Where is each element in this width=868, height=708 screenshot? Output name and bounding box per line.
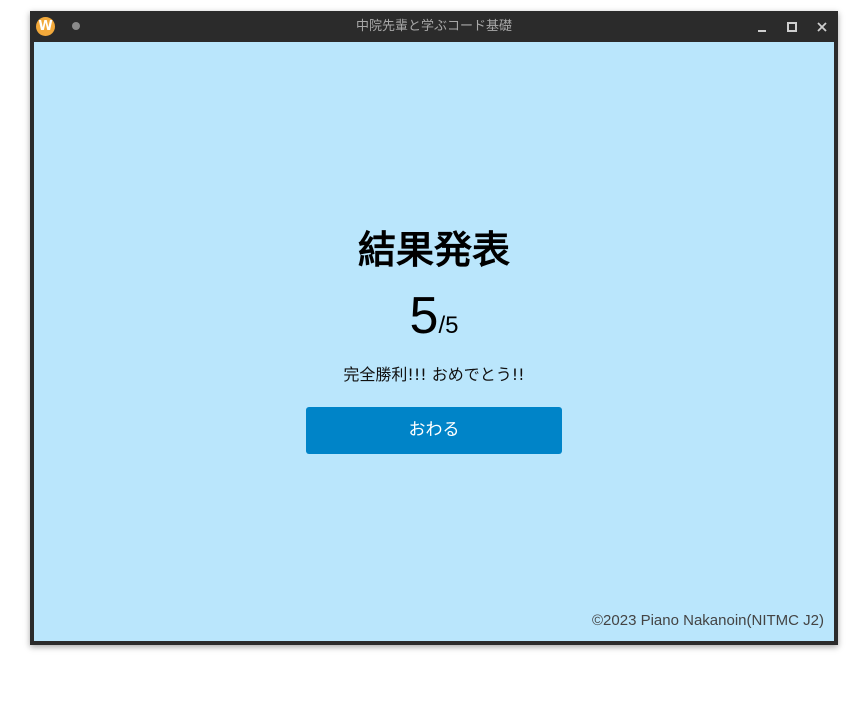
score-display: 5/5 <box>34 286 834 359</box>
result-screen: 結果発表 5/5 完全勝利!!! おめでとう!! おわる ©2023 Piano… <box>34 42 834 641</box>
result-heading: 結果発表 <box>357 228 510 272</box>
app-window: W 中院先輩と学ぶコード基礎 結果発表 5/5 完全勝利!!! おめでとう!! … <box>30 11 838 645</box>
minimize-icon <box>758 30 766 32</box>
close-button[interactable] <box>812 17 832 37</box>
result-message: 完全勝利!!! おめでとう!! <box>343 365 525 384</box>
copyright-text: ©2023 Piano Nakanoin(NITMC J2) <box>592 612 824 629</box>
minimize-button[interactable] <box>752 17 772 37</box>
score-total: /5 <box>438 312 459 339</box>
finish-button[interactable]: おわる <box>306 407 562 454</box>
score-value: 5 <box>409 287 439 345</box>
window-title: 中院先輩と学ぶコード基礎 <box>355 19 512 34</box>
maximize-icon <box>787 22 797 32</box>
title-bar[interactable]: W 中院先輩と学ぶコード基礎 <box>30 11 838 42</box>
close-icon <box>817 22 827 32</box>
maximize-button[interactable] <box>782 17 802 37</box>
